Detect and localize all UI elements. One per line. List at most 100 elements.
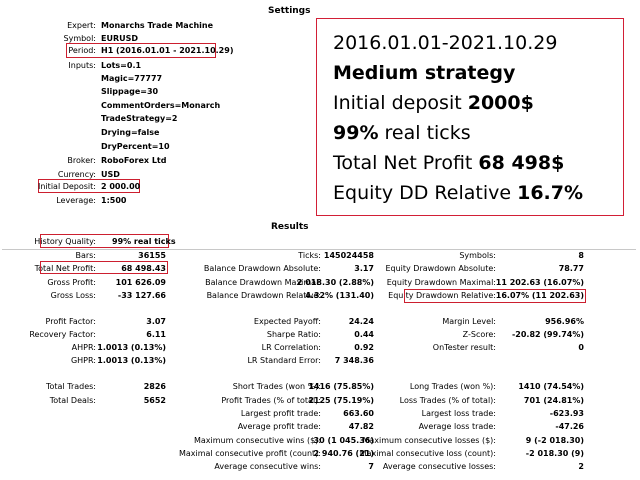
period-value: H1 (2016.01.01 - 2021.10.29) [101, 46, 234, 55]
recovery-factor-label: Recovery Factor: [29, 330, 96, 339]
profit-trades-of-total-value: 2125 (75.19%) [308, 396, 374, 405]
settings-title: Settings [268, 6, 311, 16]
overlay-period: 2016.01.01-2021.10.29 [333, 32, 558, 54]
ahpr-label: AHPR: [71, 343, 96, 352]
maximal-consecutive-loss-count-value: -2 018.30 (9) [525, 449, 584, 458]
results-separator [2, 249, 636, 250]
total-trades-value: 2826 [143, 382, 166, 391]
gross-loss-label: Gross Loss: [50, 291, 96, 300]
input-slippage: Slippage=30 [101, 87, 159, 96]
recovery-factor-value: 6.11 [146, 330, 166, 339]
overlay-ticks: 99% real ticks [333, 121, 471, 145]
ahpr-value: 1.0013 (0.13%) [97, 343, 166, 352]
ticks-value: 145024458 [323, 251, 374, 260]
lr-standard-error-label: LR Standard Error: [247, 356, 321, 365]
history-quality-label: History Quality: [34, 237, 96, 246]
expected-payoff-value: 24.24 [348, 317, 374, 326]
z-score-label: Z-Score: [462, 330, 496, 339]
overlay-ticks-value: 99% [333, 122, 379, 144]
symbols-label: Symbols: [459, 251, 496, 260]
summary-overlay: 2016.01.01-2021.10.29 Medium strategy In… [316, 18, 624, 216]
loss-trades-of-total-label: Loss Trades (% of total): [399, 396, 496, 405]
lr-standard-error-value: 7 348.36 [334, 356, 374, 365]
long-trades-won-label: Long Trades (won %): [409, 382, 496, 391]
input-lots: Lots=0.1 [101, 61, 142, 70]
average-consecutive-wins-label: Average consecutive wins: [214, 462, 321, 471]
margin-level-value: 956.96% [545, 317, 584, 326]
maximum-consecutive-losses-value: 9 (-2 018.30) [525, 436, 584, 445]
ticks-label: Ticks: [298, 251, 321, 260]
overlay-dd-value: 16.7% [517, 182, 584, 204]
largest-loss-trade-label: Largest loss trade: [421, 409, 496, 418]
balance-drawdown-absolute-value: 3.17 [354, 264, 374, 273]
expert-value: Monarchs Trade Machine [101, 21, 213, 30]
overlay-dd-prefix: Equity DD Relative [333, 182, 518, 204]
overlay-profit-value: 68 498$ [478, 152, 565, 174]
equity-dd-relative-highlight [404, 289, 586, 303]
profit-factor-label: Profit Factor: [45, 317, 96, 326]
average-consecutive-losses-label: Average consecutive losses: [382, 462, 496, 471]
equity-drawdown-absolute-label: Equity Drawdown Absolute: [385, 264, 496, 273]
loss-trades-of-total-value: 701 (24.81%) [523, 396, 584, 405]
lr-correlation-label: LR Correlation: [261, 343, 321, 352]
input-magic: Magic=77777 [101, 74, 163, 83]
period-label: Period: [68, 46, 96, 55]
expected-payoff-label: Expected Payoff: [253, 317, 321, 326]
profit-factor-value: 3.07 [146, 317, 166, 326]
overlay-deposit-value: 2000$ [467, 92, 534, 114]
overlay-ticks-suffix: real ticks [378, 122, 471, 144]
gross-profit-label: Gross Profit: [47, 278, 96, 287]
input-dry-percent: DryPercent=10 [101, 142, 170, 151]
symbols-value: 8 [578, 251, 584, 260]
balance-drawdown-relative-label: Balance Drawdown Relative: [206, 291, 321, 300]
leverage-label: Leverage: [56, 196, 96, 205]
lr-correlation-value: 0.92 [354, 343, 374, 352]
ontester-result-label: OnTester result: [432, 343, 496, 352]
overlay-deposit-prefix: Initial deposit [333, 92, 468, 114]
overlay-profit: Total Net Profit 68 498$ [333, 151, 564, 175]
average-loss-trade-label: Average loss trade: [418, 422, 496, 431]
history-quality-value: 99% real ticks [112, 237, 176, 246]
deposit-value: 2 000.00 [101, 182, 141, 191]
results-title: Results [271, 222, 309, 232]
broker-label: Broker: [67, 156, 96, 165]
ghpr-label: GHPR: [70, 356, 96, 365]
gross-profit-value: 101 626.09 [115, 278, 166, 287]
input-trade-strategy: TradeStrategy=2 [101, 114, 178, 123]
overlay-profit-prefix: Total Net Profit [333, 152, 479, 174]
largest-loss-trade-value: -623.93 [549, 409, 584, 418]
largest-profit-trade-value: 663.60 [343, 409, 374, 418]
overlay-dd: Equity DD Relative 16.7% [333, 181, 583, 205]
long-trades-won-value: 1410 (74.54%) [518, 382, 584, 391]
total-trades-label: Total Trades: [46, 382, 96, 391]
overlay-strategy: Medium strategy [333, 62, 516, 84]
average-profit-trade-value: 47.82 [348, 422, 374, 431]
deposit-label: Initial Deposit: [38, 182, 96, 191]
profit-trades-of-total-label: Profit Trades (% of total): [221, 396, 321, 405]
overlay-deposit: Initial deposit 2000$ [333, 91, 534, 115]
bars-value: 36155 [138, 251, 166, 260]
margin-level-label: Margin Level: [442, 317, 496, 326]
bars-label: Bars: [75, 251, 96, 260]
inputs-label: Inputs: [68, 61, 96, 70]
average-consecutive-wins-value: 7 [368, 462, 374, 471]
gross-loss-value: -33 127.66 [117, 291, 166, 300]
equity-drawdown-absolute-value: 78.77 [558, 264, 584, 273]
balance-drawdown-maximal-value: 2 018.30 (2.88%) [296, 278, 374, 287]
z-score-value: -20.82 (99.74%) [511, 330, 584, 339]
average-loss-trade-value: -47.26 [555, 422, 584, 431]
average-profit-trade-label: Average profit trade: [237, 422, 321, 431]
ghpr-value: 1.0013 (0.13%) [97, 356, 166, 365]
expert-label: Expert: [67, 21, 96, 30]
net-profit-highlight [40, 261, 168, 274]
maximum-consecutive-wins-label: Maximum consecutive wins ($): [193, 436, 321, 445]
short-trades-won-value: 1416 (75.85%) [308, 382, 374, 391]
total-deals-value: 5652 [143, 396, 166, 405]
input-comment-orders: CommentOrders=Monarch [101, 101, 221, 110]
ontester-result-value: 0 [578, 343, 584, 352]
sharpe-ratio-value: 0.44 [354, 330, 374, 339]
broker-value: RoboForex Ltd [101, 156, 167, 165]
largest-profit-trade-label: Largest profit trade: [240, 409, 321, 418]
sharpe-ratio-label: Sharpe Ratio: [266, 330, 321, 339]
maximum-consecutive-losses-label: Maximum consecutive losses ($): [362, 436, 496, 445]
